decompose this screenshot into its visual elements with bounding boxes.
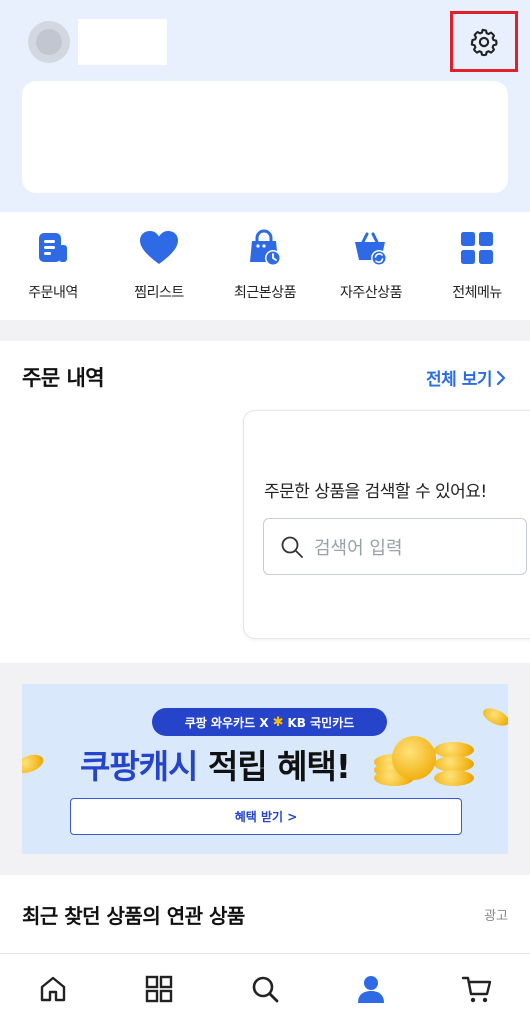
grid-menu-icon (461, 232, 493, 264)
coin-decoration (22, 751, 46, 777)
avatar[interactable] (28, 21, 70, 63)
tab-category[interactable] (106, 954, 212, 1024)
tab-cart[interactable] (424, 954, 530, 1024)
related-products-section: 최근 찾던 상품의 연관 상품 광고 (0, 875, 530, 953)
cart-icon (461, 976, 492, 1003)
search-placeholder: 검색어 입력 (314, 537, 403, 559)
order-history-section: 주문 내역 전체 보기 주문한 상품을 검색할 수 있어요! 검색어 입력 (0, 341, 530, 663)
shortcut-label: 주문내역 (28, 285, 78, 301)
section-title: 주문 내역 (22, 366, 105, 390)
user-name-box (78, 19, 167, 65)
banner-headline: 쿠팡캐시 적립 혜택! (80, 740, 351, 788)
home-icon (40, 976, 66, 1002)
view-all-link[interactable]: 전체 보기 (426, 365, 506, 390)
gear-icon (470, 28, 498, 56)
order-history-icon (39, 233, 67, 262)
section-title: 최근 찾던 상품의 연관 상품 (22, 904, 245, 928)
get-benefit-button[interactable]: 혜택 받기 > (70, 798, 462, 835)
tab-home[interactable] (0, 954, 106, 1024)
avatar-placeholder (36, 29, 62, 55)
order-search-card: 주문한 상품을 검색할 수 있어요! 검색어 입력 (243, 410, 530, 639)
kb-star-icon: ✱ (272, 714, 284, 730)
shortcut-all-menu[interactable]: 전체메뉴 (424, 212, 530, 320)
coin-decoration (434, 770, 474, 786)
frequent-basket-icon (355, 232, 387, 266)
my-coupang-icon (358, 976, 384, 1003)
profile-header (0, 0, 530, 212)
tab-search[interactable] (212, 954, 318, 1024)
coin-decoration (480, 704, 508, 730)
pill-left-text: 쿠팡 와우카드 X (184, 715, 269, 730)
coin-decoration (392, 736, 436, 780)
category-icon (145, 975, 173, 1003)
shortcut-bar: 주문내역 찜리스트 최근본상품 자주산상품 전체메뉴 (0, 212, 530, 320)
shortcut-wishlist[interactable]: 찜리스트 (106, 212, 212, 320)
shortcut-label: 찜리스트 (134, 285, 184, 301)
search-icon (281, 536, 303, 558)
view-all-label: 전체 보기 (426, 370, 492, 390)
bottom-tab-bar (0, 953, 530, 1024)
ad-label: 광고 (484, 909, 508, 924)
profile-card[interactable] (22, 81, 508, 193)
shortcut-label: 자주산상품 (340, 285, 402, 301)
banner-section: 쿠팡 와우카드 X ✱ KB 국민카드 쿠팡캐시 적립 혜택! 혜택 받기 > (0, 663, 530, 875)
tab-my-coupang[interactable] (318, 954, 424, 1024)
headline-dark: 적립 혜택! (207, 747, 351, 786)
recent-bag-icon (250, 229, 281, 266)
search-caption: 주문한 상품을 검색할 수 있어요! (264, 482, 487, 502)
shortcut-order-history[interactable]: 주문내역 (0, 212, 106, 320)
shortcut-frequently-bought[interactable]: 자주산상품 (318, 212, 424, 320)
shortcut-recently-viewed[interactable]: 최근본상품 (212, 212, 318, 320)
heart-icon (140, 231, 178, 264)
shortcut-label: 최근본상품 (234, 285, 296, 301)
shortcut-label: 전체메뉴 (452, 285, 502, 301)
search-icon (252, 976, 279, 1003)
pill-right-text: KB 국민카드 (287, 715, 355, 730)
chevron-right-icon (496, 370, 506, 385)
settings-button[interactable] (450, 11, 518, 72)
order-search-input[interactable]: 검색어 입력 (263, 518, 527, 575)
promo-banner[interactable]: 쿠팡 와우카드 X ✱ KB 국민카드 쿠팡캐시 적립 혜택! 혜택 받기 > (22, 684, 508, 854)
card-partner-pill: 쿠팡 와우카드 X ✱ KB 국민카드 (152, 708, 387, 736)
headline-blue: 쿠팡캐시 (80, 747, 198, 786)
